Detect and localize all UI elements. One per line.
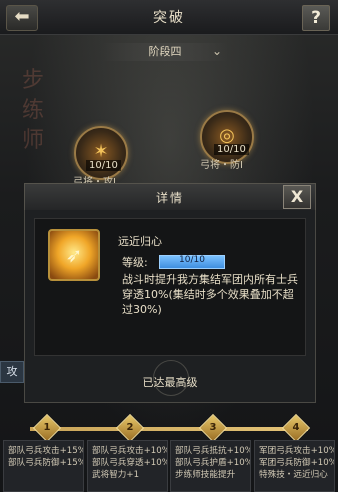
side-tab[interactable]: 攻 <box>0 361 24 383</box>
skill-description: 战斗时提升我方集结军团内所有士兵穿透10%(集结时多个效果叠加不超过30%) <box>122 273 298 316</box>
stage-bonuses: 部队弓兵攻击+15% 部队弓兵防御+15% 部队弓兵攻击+10% 部队弓兵穿透+… <box>0 440 338 492</box>
dialog-body: ➶ 远近归心 等级: 10/10 战斗时提升我方集结军团内所有士兵穿透10%(集… <box>24 210 316 403</box>
hero-name-watermark: 步练师 <box>22 68 45 153</box>
top-bar: ⬅ 突破 ? <box>0 0 338 35</box>
track-line <box>30 427 308 431</box>
bonus-line: 部队弓兵防御+15% <box>8 458 83 468</box>
dialog-header: 详情 X <box>24 183 316 211</box>
skill-detail-panel: ➶ 远近归心 等级: 10/10 战斗时提升我方集结军团内所有士兵穿透10%(集… <box>34 218 306 356</box>
bonus-line: 军团弓兵攻击+10% <box>259 446 334 456</box>
level-value: 10/10 <box>179 255 205 265</box>
bonus-column-2: 部队弓兵攻击+10% 部队弓兵穿透+10% 武将智力+1 <box>87 440 168 492</box>
bonus-line: 部队弓兵穿透+10% <box>92 458 167 468</box>
bonus-line: 部队弓兵护盾+10% <box>175 458 250 468</box>
page-title: 突破 <box>153 10 185 26</box>
bonus-line: 步练师技能提升 <box>175 470 236 480</box>
bonus-column-1: 部队弓兵攻击+15% 部队弓兵防御+15% <box>3 440 84 492</box>
chevron-down-icon: ⌄ <box>211 44 222 58</box>
node-count: 10/10 <box>214 144 249 155</box>
help-button[interactable]: ? <box>302 5 330 31</box>
bow-defense-icon: ◎ <box>219 125 235 146</box>
stage-selector[interactable]: 阶段四 ⌄ <box>102 43 228 61</box>
stage-label: 阶段四 <box>148 45 182 58</box>
skill-name: 远近归心 <box>118 235 162 248</box>
close-button[interactable]: X <box>283 185 311 209</box>
skill-icon: ➶ <box>48 229 100 281</box>
dialog-title: 详情 <box>155 191 184 205</box>
bonus-line: 部队弓兵攻击+15% <box>8 446 83 456</box>
arrow-volley-icon: ➶ <box>65 243 83 267</box>
skill-node-attack[interactable]: ✶ <box>74 126 128 180</box>
node-count: 10/10 <box>86 160 121 171</box>
bonus-line: 部队弓兵攻击+10% <box>92 446 167 456</box>
bonus-line: 部队弓兵抵抗+10% <box>175 446 250 456</box>
bonus-column-4: 军团弓兵攻击+10% 军团弓兵防御+10% 特殊技・远近归心 <box>254 440 335 492</box>
level-progress-bar: 10/10 <box>159 255 225 269</box>
bonus-line: 特殊技・远近归心 <box>259 470 328 480</box>
bonus-line: 武将智力+1 <box>92 470 140 480</box>
max-level-status: 已达最高级 <box>142 376 198 389</box>
bonus-column-3: 部队弓兵抵抗+10% 部队弓兵护盾+10% 步练师技能提升 <box>170 440 251 492</box>
bonus-line: 军团弓兵防御+10% <box>259 458 334 468</box>
level-label: 等级: <box>122 256 148 269</box>
node-label: 弓将・防Ⅰ <box>200 160 243 171</box>
bow-attack-icon: ✶ <box>93 141 109 162</box>
stage-track: 1 2 3 4 <box>0 413 338 443</box>
